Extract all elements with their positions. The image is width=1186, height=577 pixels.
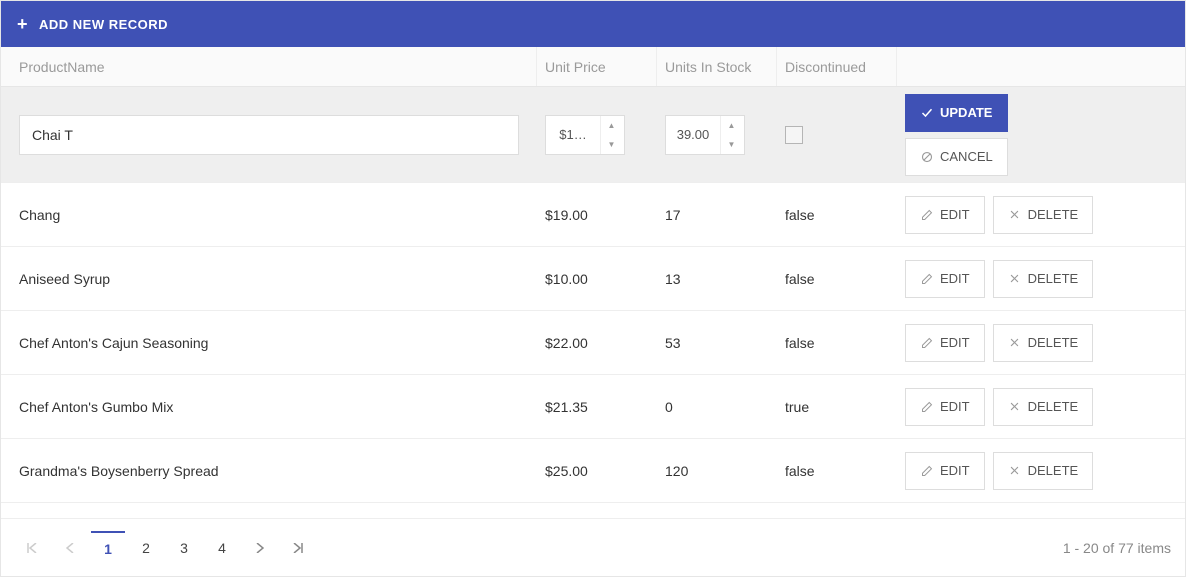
table-row: Aniseed Syrup$10.0013false EDITDELETE — [1, 247, 1185, 311]
table-row-editing: ▲ ▼ ▲ ▼ — [1, 87, 1185, 183]
pager-prev[interactable] — [53, 531, 87, 565]
cell-unitsinstock: 0 — [657, 399, 777, 415]
grid-body[interactable]: ▲ ▼ ▲ ▼ — [1, 87, 1185, 511]
pager-page-4[interactable]: 4 — [205, 531, 239, 565]
delete-button[interactable]: DELETE — [993, 452, 1094, 490]
table-row: Grandma's Boysenberry Spread$25.00120fal… — [1, 439, 1185, 503]
pager-last[interactable] — [281, 531, 315, 565]
header-discontinued[interactable]: Discontinued — [777, 47, 897, 86]
close-icon — [1008, 272, 1022, 286]
plus-icon: + — [17, 14, 39, 35]
cell-unitsinstock: 13 — [657, 271, 777, 287]
unitprice-step-down[interactable]: ▼ — [601, 135, 622, 154]
cell-productname: Aniseed Syrup — [1, 271, 537, 287]
check-icon — [920, 106, 934, 120]
table-row: Chef Anton's Gumbo Mix$21.350true EDITDEL… — [1, 375, 1185, 439]
grid-container: + ADD NEW RECORD ProductName Unit Price … — [0, 0, 1186, 577]
unitsinstock-input[interactable] — [666, 116, 720, 154]
cell-unitprice: $19.00 — [537, 207, 657, 223]
cell-unitsinstock: 17 — [657, 207, 777, 223]
header-commands — [897, 47, 1185, 86]
cancel-icon — [920, 150, 934, 164]
toolbar: + ADD NEW RECORD — [1, 1, 1185, 47]
cell-productname: Chang — [1, 207, 537, 223]
delete-button[interactable]: DELETE — [993, 196, 1094, 234]
unitsinstock-step-down[interactable]: ▼ — [721, 135, 742, 154]
pencil-icon — [920, 208, 934, 222]
pager-page-3[interactable]: 3 — [167, 531, 201, 565]
pager-first[interactable] — [15, 531, 49, 565]
cell-unitsinstock: 120 — [657, 463, 777, 479]
pager-page-1[interactable]: 1 — [91, 531, 125, 565]
cell-discontinued: false — [777, 335, 897, 351]
add-new-record-label: ADD NEW RECORD — [39, 17, 168, 32]
column-headers: ProductName Unit Price Units In Stock Di… — [1, 47, 1185, 87]
cell-unitprice: $25.00 — [537, 463, 657, 479]
pager-info: 1 - 20 of 77 items — [1063, 540, 1171, 556]
update-button[interactable]: UPDATE — [905, 94, 1008, 132]
header-unitprice[interactable]: Unit Price — [537, 47, 657, 86]
delete-button[interactable]: DELETE — [993, 260, 1094, 298]
pencil-icon — [920, 464, 934, 478]
pencil-icon — [920, 272, 934, 286]
cell-discontinued: false — [777, 463, 897, 479]
edit-button[interactable]: EDIT — [905, 196, 985, 234]
table-row: Chef Anton's Cajun Seasoning$22.0053fals… — [1, 311, 1185, 375]
unitprice-stepper[interactable]: ▲ ▼ — [545, 115, 625, 155]
cell-productname: Chef Anton's Cajun Seasoning — [1, 335, 537, 351]
pager-page-2[interactable]: 2 — [129, 531, 163, 565]
pager-next[interactable] — [243, 531, 277, 565]
cell-productname: Chef Anton's Gumbo Mix — [1, 399, 537, 415]
unitsinstock-step-up[interactable]: ▲ — [721, 116, 742, 135]
cell-unitprice: $22.00 — [537, 335, 657, 351]
cell-discontinued: false — [777, 207, 897, 223]
header-productname[interactable]: ProductName — [1, 47, 537, 86]
cell-discontinued: true — [777, 399, 897, 415]
cell-unitsinstock: 53 — [657, 335, 777, 351]
edit-button[interactable]: EDIT — [905, 452, 985, 490]
productname-input[interactable] — [19, 115, 519, 155]
close-icon — [1008, 400, 1022, 414]
close-icon — [1008, 336, 1022, 350]
discontinued-checkbox[interactable] — [785, 126, 803, 144]
pencil-icon — [920, 400, 934, 414]
unitprice-input[interactable] — [546, 116, 600, 154]
edit-button[interactable]: EDIT — [905, 260, 985, 298]
close-icon — [1008, 208, 1022, 222]
delete-button[interactable]: DELETE — [993, 324, 1094, 362]
table-row: Chang$19.0017false EDITDELETE — [1, 183, 1185, 247]
pencil-icon — [920, 336, 934, 350]
edit-button[interactable]: EDIT — [905, 388, 985, 426]
cancel-button[interactable]: CANCEL — [905, 138, 1008, 176]
close-icon — [1008, 464, 1022, 478]
cell-unitprice: $21.35 — [537, 399, 657, 415]
delete-button[interactable]: DELETE — [993, 388, 1094, 426]
cell-discontinued: false — [777, 271, 897, 287]
pager: 1234 1 - 20 of 77 items — [1, 518, 1185, 576]
edit-button[interactable]: EDIT — [905, 324, 985, 362]
unitprice-step-up[interactable]: ▲ — [601, 116, 622, 135]
header-unitsinstock[interactable]: Units In Stock — [657, 47, 777, 86]
add-new-record-button[interactable]: + ADD NEW RECORD — [17, 14, 168, 35]
cell-productname: Grandma's Boysenberry Spread — [1, 463, 537, 479]
cell-unitprice: $10.00 — [537, 271, 657, 287]
unitsinstock-stepper[interactable]: ▲ ▼ — [665, 115, 745, 155]
